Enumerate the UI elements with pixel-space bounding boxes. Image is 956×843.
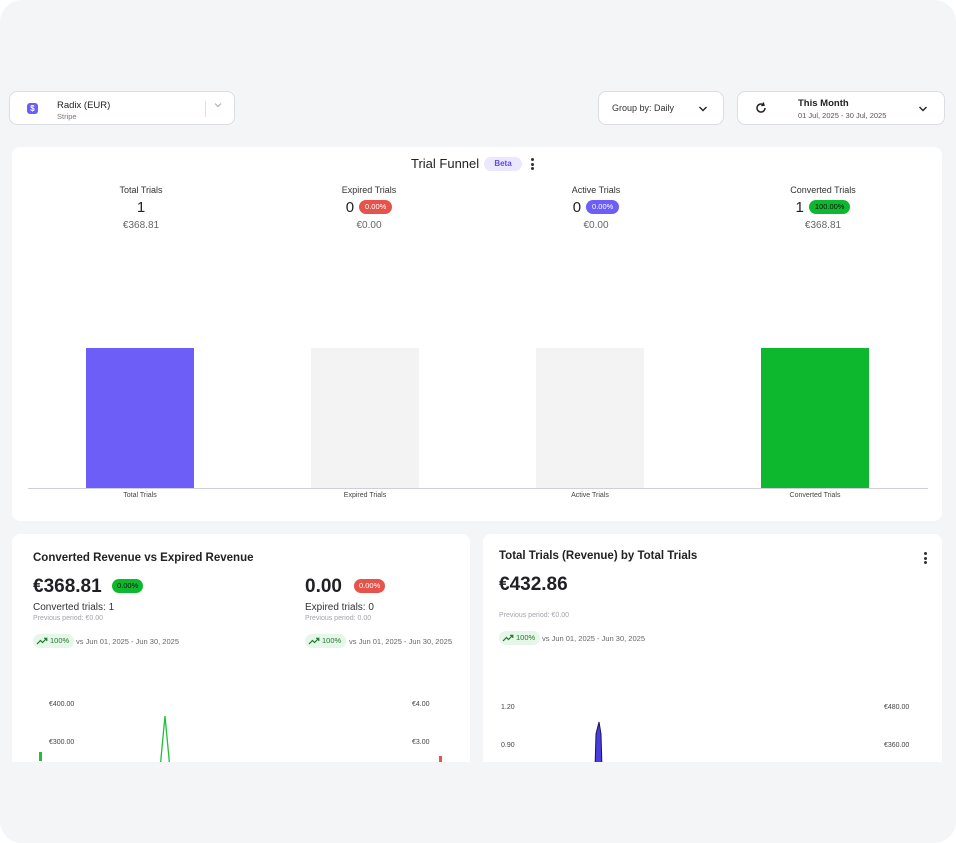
stat-count: 1 [795, 198, 804, 216]
funnel-bar [536, 348, 644, 488]
stat-count: 0 [345, 198, 355, 216]
stat-active-trials: Active Trials 0 0.00% €0.00 [496, 185, 696, 231]
converted-vs-expired-card: Converted Revenue vs Expired Revenue €36… [12, 534, 470, 774]
chevron-down-icon[interactable] [213, 100, 223, 113]
stat-total-trials: Total Trials 1 €368.81 [41, 185, 241, 231]
period-range: 01 Jul, 2025 - 30 Jul, 2025 [798, 111, 887, 120]
funnel-bar [761, 348, 869, 488]
trials-revenue-chart [594, 721, 603, 770]
refresh-icon[interactable] [754, 101, 768, 120]
x-axis-label: Converted Trials [789, 492, 841, 499]
stat-percent-badge: 100.00% [808, 200, 851, 214]
trial-funnel-card: Trial Funnel Beta Total Trials 1 €368.81… [12, 147, 942, 521]
stat-percent-badge: 0.00% [586, 200, 620, 214]
stat-amount: €0.00 [356, 220, 382, 231]
chart-baseline [28, 488, 928, 489]
beta-badge: Beta [484, 157, 522, 171]
source-provider: Stripe [57, 112, 77, 121]
stat-label: Converted Trials [790, 185, 856, 195]
funnel-bar [86, 348, 194, 488]
chevron-down-icon [917, 102, 929, 120]
stat-count: 0 [572, 198, 582, 216]
stat-converted-trials: Converted Trials 1 100.00% €368.81 [723, 185, 923, 231]
chevron-down-icon [697, 102, 709, 120]
stat-label: Expired Trials [341, 185, 397, 195]
stripe-logo-icon: $ [27, 103, 38, 114]
stat-expired-trials: Expired Trials 0 0.00% €0.00 [269, 185, 469, 231]
stat-amount: €368.81 [804, 220, 842, 231]
period-title: This Month [798, 98, 849, 109]
source-selector[interactable]: $ Radix (EUR) Stripe [9, 91, 235, 125]
dashboard-frame: $ Radix (EUR) Stripe Group by: Daily Thi… [0, 0, 956, 843]
source-name: Radix (EUR) [57, 100, 111, 111]
stat-amount: €0.00 [583, 220, 609, 231]
x-axis-label: Total Trials [123, 492, 157, 499]
stat-percent-badge: 0.00% [359, 200, 393, 214]
stat-amount: €368.81 [122, 220, 160, 231]
funnel-bar [311, 348, 419, 488]
divider [205, 101, 206, 117]
revenue-line-chart [39, 715, 442, 770]
stat-count: 1 [136, 198, 146, 216]
date-range-picker[interactable]: This Month 01 Jul, 2025 - 30 Jul, 2025 [737, 91, 945, 125]
more-options-icon[interactable] [531, 158, 534, 172]
stat-label: Total Trials [119, 185, 163, 195]
bottom-fade [0, 762, 956, 843]
group-by-dropdown[interactable]: Group by: Daily [598, 91, 724, 125]
stat-label: Active Trials [571, 185, 621, 195]
x-axis-label: Active Trials [571, 492, 609, 499]
total-trials-revenue-card: Total Trials (Revenue) by Total Trials €… [483, 534, 942, 774]
group-by-label: Group by: Daily [612, 103, 675, 113]
x-axis-label: Expired Trials [343, 492, 387, 499]
card-title: Trial Funnel [411, 156, 480, 171]
